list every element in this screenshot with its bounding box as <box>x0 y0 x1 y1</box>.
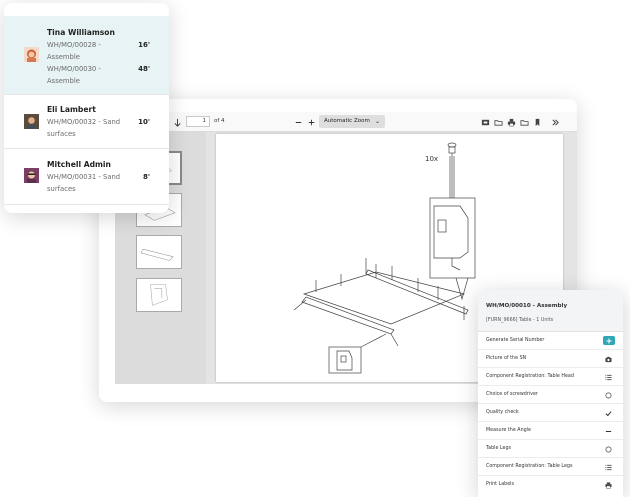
circle-icon[interactable] <box>603 444 613 454</box>
page-count: of 4 <box>214 118 225 124</box>
work-order-duration: 8' <box>142 173 150 181</box>
step-label: Component Registration: Table Head <box>486 374 574 379</box>
print-icon[interactable] <box>603 480 613 490</box>
work-order-checklist: WH/MO/00010 - Assembly [FURN_9666] Table… <box>478 290 623 497</box>
operator-name: Eli Lambert <box>47 105 96 114</box>
camera-icon[interactable] <box>603 354 613 364</box>
zoom-out-icon[interactable] <box>293 114 303 130</box>
plus-icon[interactable] <box>603 336 615 345</box>
step-label: Component Registration: Table Legs <box>486 464 573 469</box>
page-number-input[interactable]: 1 <box>186 116 210 127</box>
diagram-quantity-label: 10x <box>425 155 438 163</box>
download-icon[interactable] <box>519 114 529 130</box>
print-icon[interactable] <box>506 114 516 130</box>
step-print-labels[interactable]: Print Labels <box>478 476 623 494</box>
step-label: Table Legs <box>486 446 512 451</box>
avatar <box>24 114 39 129</box>
step-label: Measure the Angle <box>486 428 531 433</box>
step-component-registration-table-legs[interactable]: Component Registration: Table Legs <box>478 458 623 476</box>
page-thumbnail[interactable] <box>136 235 182 269</box>
step-choice-of-screwdriver[interactable]: Choice of screwdriver <box>478 386 623 404</box>
tools-icon[interactable] <box>549 114 561 130</box>
step-component-registration-table-head[interactable]: Component Registration: Table Head <box>478 368 623 386</box>
chevron-down-icon: ⌄ <box>374 118 380 125</box>
work-order-ref: WH/MO/00030 - Assemble <box>47 65 101 85</box>
check-icon[interactable] <box>603 408 613 418</box>
step-measure-the-angle[interactable]: Measure the Angle <box>478 422 623 440</box>
step-label: Quality check <box>486 410 519 415</box>
work-order-duration: 10' <box>138 118 150 126</box>
step-label: Generate Serial Number <box>486 338 545 343</box>
list-item[interactable]: Tina Williamson WH/MO/00028 - Assemble W… <box>4 16 169 95</box>
checklist-header: WH/MO/00010 - Assembly [FURN_9666] Table… <box>478 290 623 332</box>
operator-name: Tina Williamson <box>47 28 115 37</box>
product-line: [FURN_9666] Table - 1 Units <box>486 318 554 323</box>
minus-icon[interactable] <box>603 426 613 436</box>
work-order-ref: WH/MO/00028 - Assemble <box>47 41 101 61</box>
work-order-ref: WH/MO/00032 - Sand surfaces <box>47 118 121 138</box>
step-label: Picture of the SN <box>486 356 527 361</box>
step-label: Choice of screwdriver <box>486 392 538 397</box>
list-icon[interactable] <box>603 372 613 382</box>
operator-name: Mitchell Admin <box>47 160 111 169</box>
bookmark-icon[interactable] <box>532 114 542 130</box>
open-file-icon[interactable] <box>493 114 503 130</box>
work-order-title: WH/MO/00010 - Assembly <box>486 303 568 309</box>
pdf-toolbar: 1 of 4 Automatic Zoom ⌄ <box>99 112 577 132</box>
list-icon[interactable] <box>603 462 613 472</box>
avatar <box>24 168 39 183</box>
step-generate-serial-number[interactable]: Generate Serial Number <box>478 332 623 350</box>
work-order-ref: WH/MO/00031 - Sand surfaces <box>47 173 121 193</box>
operator-work-orders: Tina Williamson WH/MO/00028 - Assemble W… <box>4 3 169 213</box>
step-quality-check[interactable]: Quality check <box>478 404 623 422</box>
arrow-down-icon[interactable] <box>171 114 183 130</box>
list-item[interactable]: Mitchell Admin WH/MO/00031 - Sand surfac… <box>4 149 169 205</box>
list-item[interactable]: Eli Lambert WH/MO/00032 - Sand surfaces … <box>4 95 169 149</box>
page-thumbnail[interactable] <box>136 278 182 312</box>
step-label: Print Labels <box>486 482 514 487</box>
step-table-legs[interactable]: Table Legs <box>478 440 623 458</box>
step-picture-of-sn[interactable]: Picture of the SN <box>478 350 623 368</box>
zoom-select[interactable]: Automatic Zoom ⌄ <box>319 115 385 128</box>
avatar <box>24 47 39 62</box>
presentation-icon[interactable] <box>480 114 490 130</box>
work-order-duration: 16' <box>138 41 150 49</box>
zoom-select-value: Automatic Zoom <box>324 118 370 124</box>
zoom-in-icon[interactable] <box>306 114 316 130</box>
circle-icon[interactable] <box>603 390 613 400</box>
work-order-duration: 48' <box>138 65 150 73</box>
